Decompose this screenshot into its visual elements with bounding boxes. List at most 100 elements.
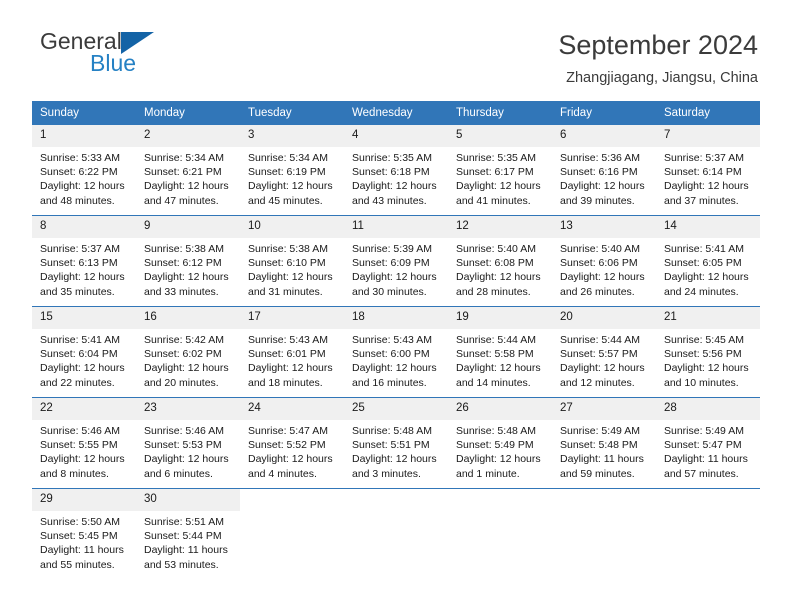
sunrise-text: Sunrise: 5:49 AM	[560, 424, 640, 437]
calendar-day-cell[interactable]: 15 Sunrise: 5:41 AM Sunset: 6:04 PM Dayligh…	[32, 307, 136, 391]
calendar-day-cell[interactable]: 8 Sunrise: 5:37 AM Sunset: 6:13 PM Daylight…	[32, 216, 136, 300]
sunset-text: Sunset: 5:57 PM	[560, 348, 638, 361]
sunrise-text: Sunrise: 5:41 AM	[664, 242, 744, 255]
calendar-day-cell[interactable]: 19 Sunrise: 5:44 AM Sunset: 5:58 PM Dayligh…	[448, 307, 552, 391]
sunrise-text: Sunrise: 5:43 AM	[352, 333, 432, 346]
daylight-text-line1: Daylight: 12 hours	[144, 271, 229, 284]
day-sun-info: Sunrise: 5:34 AM Sunset: 6:19 PM Daylight:…	[240, 147, 344, 208]
day-sun-info: Sunrise: 5:51 AM Sunset: 5:44 PM Daylight:…	[136, 511, 240, 572]
day-number	[240, 489, 344, 510]
daylight-text-line2: and 4 minutes.	[248, 467, 317, 480]
sunset-text: Sunset: 6:05 PM	[664, 257, 742, 270]
sunrise-text: Sunrise: 5:36 AM	[560, 151, 640, 164]
sunset-text: Sunset: 6:09 PM	[352, 257, 430, 270]
day-sun-info: Sunrise: 5:40 AM Sunset: 6:06 PM Daylight:…	[552, 238, 656, 299]
sunset-text: Sunset: 5:56 PM	[664, 348, 742, 361]
calendar-day-cell[interactable]: 10 Sunrise: 5:38 AM Sunset: 6:10 PM Dayligh…	[240, 216, 344, 300]
sunrise-text: Sunrise: 5:34 AM	[248, 151, 328, 164]
day-number: 1	[32, 125, 136, 147]
daylight-text-line1: Daylight: 12 hours	[248, 180, 333, 193]
day-sun-info: Sunrise: 5:44 AM Sunset: 5:57 PM Daylight:…	[552, 329, 656, 390]
calendar-day-cell[interactable]: 4 Sunrise: 5:35 AM Sunset: 6:18 PM Daylight…	[344, 125, 448, 209]
day-number: 18	[344, 307, 448, 329]
calendar-day-cell[interactable]: 7 Sunrise: 5:37 AM Sunset: 6:14 PM Daylight…	[656, 125, 760, 209]
calendar-day-cell[interactable]: 1 Sunrise: 5:33 AM Sunset: 6:22 PM Daylight…	[32, 125, 136, 209]
day-number: 27	[552, 398, 656, 420]
daylight-text-line2: and 20 minutes.	[144, 376, 219, 389]
daylight-text-line2: and 31 minutes.	[248, 285, 323, 298]
day-number: 5	[448, 125, 552, 147]
sunset-text: Sunset: 5:52 PM	[248, 439, 326, 452]
calendar-day-cell[interactable]: 17 Sunrise: 5:43 AM Sunset: 6:01 PM Dayligh…	[240, 307, 344, 391]
day-sun-info: Sunrise: 5:37 AM Sunset: 6:14 PM Daylight:…	[656, 147, 760, 208]
sunrise-text: Sunrise: 5:50 AM	[40, 515, 120, 528]
calendar-day-cell[interactable]: 30 Sunrise: 5:51 AM Sunset: 5:44 PM Dayligh…	[136, 489, 240, 573]
daylight-text-line2: and 18 minutes.	[248, 376, 323, 389]
calendar-day-cell[interactable]: 21 Sunrise: 5:45 AM Sunset: 5:56 PM Dayligh…	[656, 307, 760, 391]
calendar-day-cell[interactable]: 26 Sunrise: 5:48 AM Sunset: 5:49 PM Dayligh…	[448, 398, 552, 482]
sunrise-text: Sunrise: 5:48 AM	[352, 424, 432, 437]
calendar-day-cell[interactable]: 13 Sunrise: 5:40 AM Sunset: 6:06 PM Dayligh…	[552, 216, 656, 300]
weekday-header-thursday: Thursday	[456, 106, 504, 119]
calendar-day-cell[interactable]: 2 Sunrise: 5:34 AM Sunset: 6:21 PM Daylight…	[136, 125, 240, 209]
calendar-day-cell[interactable]: 12 Sunrise: 5:40 AM Sunset: 6:08 PM Dayligh…	[448, 216, 552, 300]
daylight-text-line1: Daylight: 12 hours	[664, 362, 749, 375]
day-number: 17	[240, 307, 344, 329]
calendar-day-cell[interactable]: 22 Sunrise: 5:46 AM Sunset: 5:55 PM Dayligh…	[32, 398, 136, 482]
daylight-text-line1: Daylight: 12 hours	[456, 271, 541, 284]
daylight-text-line2: and 53 minutes.	[144, 558, 219, 571]
calendar-day-cell[interactable]: 20 Sunrise: 5:44 AM Sunset: 5:57 PM Dayligh…	[552, 307, 656, 391]
daylight-text-line1: Daylight: 12 hours	[40, 180, 125, 193]
calendar-day-cell[interactable]: 11 Sunrise: 5:39 AM Sunset: 6:09 PM Dayligh…	[344, 216, 448, 300]
day-number: 6	[552, 125, 656, 147]
sunset-text: Sunset: 5:45 PM	[40, 530, 118, 543]
calendar-day-cell[interactable]: 16 Sunrise: 5:42 AM Sunset: 6:02 PM Dayligh…	[136, 307, 240, 391]
sunrise-text: Sunrise: 5:45 AM	[664, 333, 744, 346]
daylight-text-line2: and 22 minutes.	[40, 376, 115, 389]
calendar-day-cell[interactable]: 5 Sunrise: 5:35 AM Sunset: 6:17 PM Daylight…	[448, 125, 552, 209]
day-sun-info: Sunrise: 5:49 AM Sunset: 5:47 PM Daylight:…	[656, 420, 760, 481]
sunrise-text: Sunrise: 5:40 AM	[456, 242, 536, 255]
daylight-text-line2: and 59 minutes.	[560, 467, 635, 480]
sunset-text: Sunset: 5:58 PM	[456, 348, 534, 361]
daylight-text-line2: and 14 minutes.	[456, 376, 531, 389]
sunset-text: Sunset: 6:21 PM	[144, 166, 222, 179]
calendar-day-cell[interactable]: 6 Sunrise: 5:36 AM Sunset: 6:16 PM Daylight…	[552, 125, 656, 209]
day-number: 20	[552, 307, 656, 329]
weekday-header-row: Sunday Monday Tuesday Wednesday Thursday…	[32, 100, 760, 126]
day-sun-info: Sunrise: 5:41 AM Sunset: 6:04 PM Daylight:…	[32, 329, 136, 390]
calendar-day-cell[interactable]: 24 Sunrise: 5:47 AM Sunset: 5:52 PM Dayligh…	[240, 398, 344, 482]
calendar-day-cell[interactable]: 9 Sunrise: 5:38 AM Sunset: 6:12 PM Daylight…	[136, 216, 240, 300]
daylight-text-line1: Daylight: 12 hours	[560, 180, 645, 193]
day-sun-info: Sunrise: 5:46 AM Sunset: 5:55 PM Daylight:…	[32, 420, 136, 481]
day-number: 22	[32, 398, 136, 420]
calendar-day-cell-empty	[448, 489, 552, 573]
sunset-text: Sunset: 6:18 PM	[352, 166, 430, 179]
daylight-text-line2: and 45 minutes.	[248, 194, 323, 207]
calendar-day-cell[interactable]: 3 Sunrise: 5:34 AM Sunset: 6:19 PM Daylight…	[240, 125, 344, 209]
calendar-day-cell[interactable]: 27 Sunrise: 5:49 AM Sunset: 5:48 PM Dayligh…	[552, 398, 656, 482]
general-blue-logo[interactable]: General Blue	[32, 28, 182, 80]
daylight-text-line1: Daylight: 12 hours	[456, 453, 541, 466]
calendar-day-cell[interactable]: 29 Sunrise: 5:50 AM Sunset: 5:45 PM Dayligh…	[32, 489, 136, 573]
calendar-week-row: 15 Sunrise: 5:41 AM Sunset: 6:04 PM Dayligh…	[32, 306, 760, 391]
calendar-day-cell-empty	[344, 489, 448, 573]
calendar-day-cell[interactable]: 28 Sunrise: 5:49 AM Sunset: 5:47 PM Dayligh…	[656, 398, 760, 482]
sunrise-text: Sunrise: 5:44 AM	[456, 333, 536, 346]
day-number: 19	[448, 307, 552, 329]
sunset-text: Sunset: 6:13 PM	[40, 257, 118, 270]
sunrise-text: Sunrise: 5:48 AM	[456, 424, 536, 437]
calendar-week-row: 8 Sunrise: 5:37 AM Sunset: 6:13 PM Daylight…	[32, 215, 760, 300]
day-number: 15	[32, 307, 136, 329]
calendar-day-cell[interactable]: 25 Sunrise: 5:48 AM Sunset: 5:51 PM Dayligh…	[344, 398, 448, 482]
day-number: 11	[344, 216, 448, 238]
sunset-text: Sunset: 6:22 PM	[40, 166, 118, 179]
daylight-text-line1: Daylight: 12 hours	[456, 362, 541, 375]
calendar-day-cell[interactable]: 18 Sunrise: 5:43 AM Sunset: 6:00 PM Dayligh…	[344, 307, 448, 391]
day-number: 12	[448, 216, 552, 238]
day-number: 4	[344, 125, 448, 147]
calendar-day-cell-empty	[240, 489, 344, 573]
calendar-day-cell[interactable]: 23 Sunrise: 5:46 AM Sunset: 5:53 PM Dayligh…	[136, 398, 240, 482]
calendar-day-cell[interactable]: 14 Sunrise: 5:41 AM Sunset: 6:05 PM Dayligh…	[656, 216, 760, 300]
calendar-week-row: 29 Sunrise: 5:50 AM Sunset: 5:45 PM Dayligh…	[32, 488, 760, 573]
